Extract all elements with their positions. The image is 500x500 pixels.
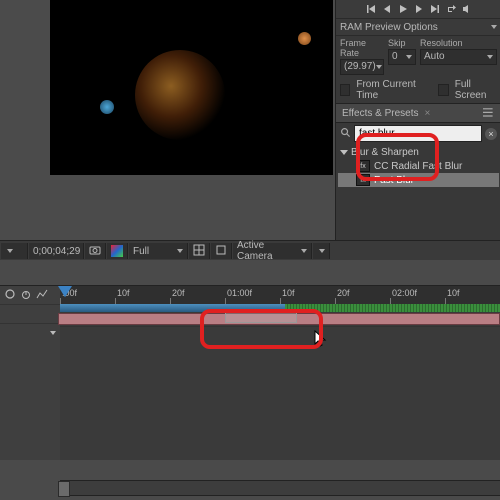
effects-list: Blur & Sharpen fx CC Radial Fast Blur fx… [336, 144, 500, 189]
timeline-tool-row [0, 286, 60, 304]
navigator-handle[interactable] [58, 481, 70, 497]
timecode-value: 0;00;04;29 [33, 246, 80, 257]
timeline-panel: :00f10f20f01:00f10f20f02:00f10f [0, 285, 500, 461]
chevron-down-icon [50, 331, 56, 335]
mouse-cursor-icon [314, 330, 328, 351]
magnification-dropdown[interactable]: Full [129, 243, 188, 259]
selected-region[interactable] [225, 311, 297, 323]
skip-value: 0 [392, 50, 398, 64]
lens-flare-graphic [135, 50, 225, 140]
play-icon[interactable] [396, 2, 410, 16]
framerate-field[interactable]: (29.97) [340, 59, 384, 75]
snapshot-button[interactable] [85, 243, 106, 259]
search-icon [340, 127, 351, 141]
panel-close-icon[interactable]: × [425, 108, 431, 119]
effects-search-input[interactable]: fast blur [354, 125, 482, 142]
ruler-label: 10f [282, 288, 295, 298]
timecode-display[interactable]: 0;00;04;29 [29, 243, 84, 259]
ruler-label: 02:00f [392, 288, 417, 298]
effect-icon: fx [356, 174, 370, 186]
clear-search-icon[interactable]: × [485, 128, 497, 140]
preview-and-effects-column: RAM Preview Options Frame Rate (29.97) S… [335, 0, 500, 240]
panel-gap [0, 260, 500, 285]
effects-search-value: fast blur [359, 128, 395, 139]
mask-button[interactable] [211, 243, 232, 259]
framerate-value: (29.97) [344, 60, 376, 74]
chevron-down-icon [319, 249, 325, 253]
effects-presets-title: Effects & Presets [342, 108, 419, 119]
ruler-label: 10f [117, 288, 130, 298]
timeline-layer-row-controls[interactable] [0, 323, 60, 342]
ram-preview-options-label: RAM Preview Options [340, 22, 489, 33]
chevron-down-icon [301, 249, 307, 253]
skip-field[interactable]: 0 [388, 49, 416, 65]
mask-icon [215, 244, 227, 259]
prev-frame-icon[interactable] [380, 2, 394, 16]
ram-preview-options-dropdown[interactable]: RAM Preview Options [336, 18, 500, 36]
time-ruler[interactable]: :00f10f20f01:00f10f20f02:00f10f [60, 286, 500, 305]
grid-icon [193, 244, 205, 259]
panel-menu-icon[interactable] [483, 108, 495, 118]
framerate-label: Frame Rate [340, 38, 384, 58]
effect-label: CC Radial Fast Blur [374, 161, 462, 172]
effects-presets-header[interactable]: Effects & Presets × [336, 103, 500, 123]
effect-item-fast-blur[interactable]: fx Fast Blur [338, 173, 499, 187]
channel-button[interactable] [107, 243, 128, 259]
full-screen-label: Full Screen [455, 79, 497, 101]
resolution-field[interactable]: Auto [420, 49, 497, 65]
zoom-dropdown[interactable] [1, 243, 28, 259]
cached-region [285, 304, 500, 312]
preview-playback-row [336, 0, 500, 18]
composition-viewer [0, 0, 335, 240]
active-camera-value: Active Camera [237, 240, 301, 262]
chevron-down-icon [7, 249, 13, 253]
active-camera-dropdown[interactable]: Active Camera [233, 243, 312, 259]
time-navigator[interactable] [60, 480, 500, 496]
effect-icon: fx [356, 160, 370, 172]
chevron-down-icon [406, 55, 412, 59]
from-current-time-label: From Current Time [356, 79, 426, 101]
ruler-label: 20f [172, 288, 185, 298]
view-layout-dropdown[interactable] [313, 243, 330, 259]
mute-icon[interactable] [460, 2, 474, 16]
skip-label: Skip [388, 38, 416, 48]
loop-icon[interactable] [444, 2, 458, 16]
magnification-value: Full [133, 246, 149, 257]
work-area-row [60, 304, 500, 327]
full-screen-checkbox[interactable] [438, 84, 448, 96]
disclosure-triangle-icon [340, 150, 348, 155]
ruler-label: 01:00f [227, 288, 252, 298]
bottom-bar [0, 460, 500, 500]
shy-icon[interactable] [4, 288, 16, 303]
camera-icon [89, 244, 101, 259]
flare-dot [100, 100, 114, 114]
effects-category-label: Blur & Sharpen [351, 147, 419, 158]
first-frame-icon[interactable] [364, 2, 378, 16]
playhead-icon[interactable] [58, 286, 72, 300]
chevron-down-icon [177, 249, 183, 253]
effect-label: Fast Blur [374, 175, 414, 186]
flare-dot [298, 32, 311, 45]
composition-footer: 0;00;04;29 Full Active Camera [0, 240, 500, 262]
viewer-canvas[interactable] [50, 0, 333, 175]
stopwatch-icon[interactable] [20, 288, 32, 303]
next-frame-icon[interactable] [412, 2, 426, 16]
ruler-label: 10f [447, 288, 460, 298]
graph-editor-icon[interactable] [36, 288, 48, 303]
timeline-track-area[interactable] [60, 304, 500, 461]
chevron-down-icon [376, 65, 382, 69]
timeline-left-column [0, 286, 61, 461]
last-frame-icon[interactable] [428, 2, 442, 16]
resolution-label: Resolution [420, 38, 497, 48]
from-current-time-checkbox[interactable] [340, 84, 350, 96]
ruler-label: 20f [337, 288, 350, 298]
chevron-down-icon [487, 55, 493, 59]
chevron-down-icon [491, 25, 497, 29]
resolution-value: Auto [424, 50, 445, 64]
grid-button[interactable] [189, 243, 210, 259]
channel-swatch-icon [111, 245, 123, 257]
timeline-layer-header [0, 304, 60, 323]
effect-item-cc-radial-fast-blur[interactable]: fx CC Radial Fast Blur [338, 159, 499, 173]
effects-category[interactable]: Blur & Sharpen [338, 146, 499, 159]
